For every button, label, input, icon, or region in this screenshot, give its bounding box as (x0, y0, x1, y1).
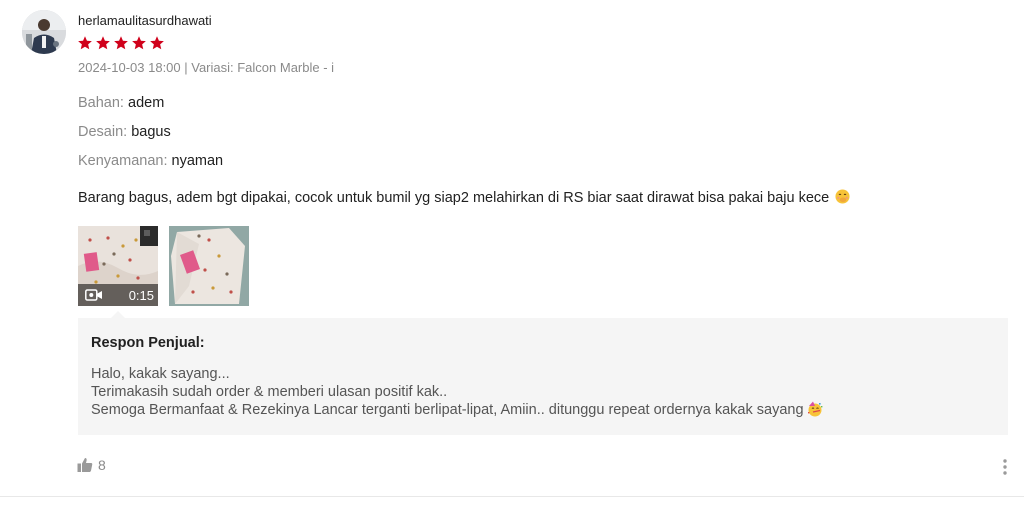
attribute-desain: Desain: bagus (78, 124, 171, 140)
review-divider (0, 496, 1024, 497)
video-camera-icon (85, 289, 102, 301)
review-comment-text: Barang bagus, adem bgt dipakai, cocok un… (78, 190, 830, 206)
more-vertical-icon (1003, 459, 1007, 475)
seller-response-line-last: Semoga Bermanfaat & Rezekinya Lancar ter… (91, 401, 823, 419)
seller-response-line: Terimakasih sudah order & memberi ulasan… (91, 384, 448, 400)
thumbs-up-icon (77, 458, 93, 472)
video-duration: 0:15 (128, 287, 154, 303)
review-media: 0:15 (78, 226, 249, 306)
star-icon (132, 36, 146, 50)
like-button[interactable]: 8 (77, 457, 106, 473)
more-options-button[interactable] (998, 457, 1012, 477)
like-count: 8 (98, 457, 106, 473)
attribute-kenyamanan: Kenyamanan: nyaman (78, 153, 223, 169)
reviewer-username: herlamaulitasurdhawati (78, 13, 212, 28)
face-with-hand-over-mouth-icon (835, 189, 850, 204)
star-icon (96, 36, 110, 50)
seller-response-line: Semoga Bermanfaat & Rezekinya Lancar ter… (91, 402, 804, 418)
attribute-bahan: Bahan: adem (78, 95, 164, 111)
video-info-bar: 0:15 (78, 284, 158, 306)
attribute-label: Kenyamanan: (78, 153, 168, 169)
attribute-value: adem (128, 95, 165, 111)
attribute-label: Desain: (78, 124, 128, 140)
rating-stars (77, 35, 165, 51)
star-icon (114, 36, 128, 50)
avatar[interactable] (22, 10, 66, 54)
partying-face-icon (807, 401, 822, 417)
review-meta: 2024-10-03 18:00 | Variasi: Falcon Marbl… (78, 60, 335, 75)
star-icon (78, 36, 92, 50)
seller-response-text: Halo, kakak sayang... Terimakasih sudah … (91, 365, 823, 419)
seller-response: Respon Penjual: Halo, kakak sayang... Te… (78, 318, 1008, 435)
attribute-value: bagus (131, 124, 171, 140)
attribute-value: nyaman (171, 153, 224, 169)
review-image-thumbnail[interactable] (169, 226, 249, 306)
product-review: herlamaulitasurdhawati 2024-10-03 18:00 … (0, 0, 1024, 514)
review-comment: Barang bagus, adem bgt dipakai, cocok un… (78, 189, 850, 206)
review-video-thumbnail[interactable]: 0:15 (78, 226, 158, 306)
seller-response-line: Halo, kakak sayang... (91, 366, 230, 382)
seller-response-title: Respon Penjual: (91, 335, 205, 351)
attribute-label: Bahan: (78, 95, 124, 111)
star-icon (150, 36, 164, 50)
